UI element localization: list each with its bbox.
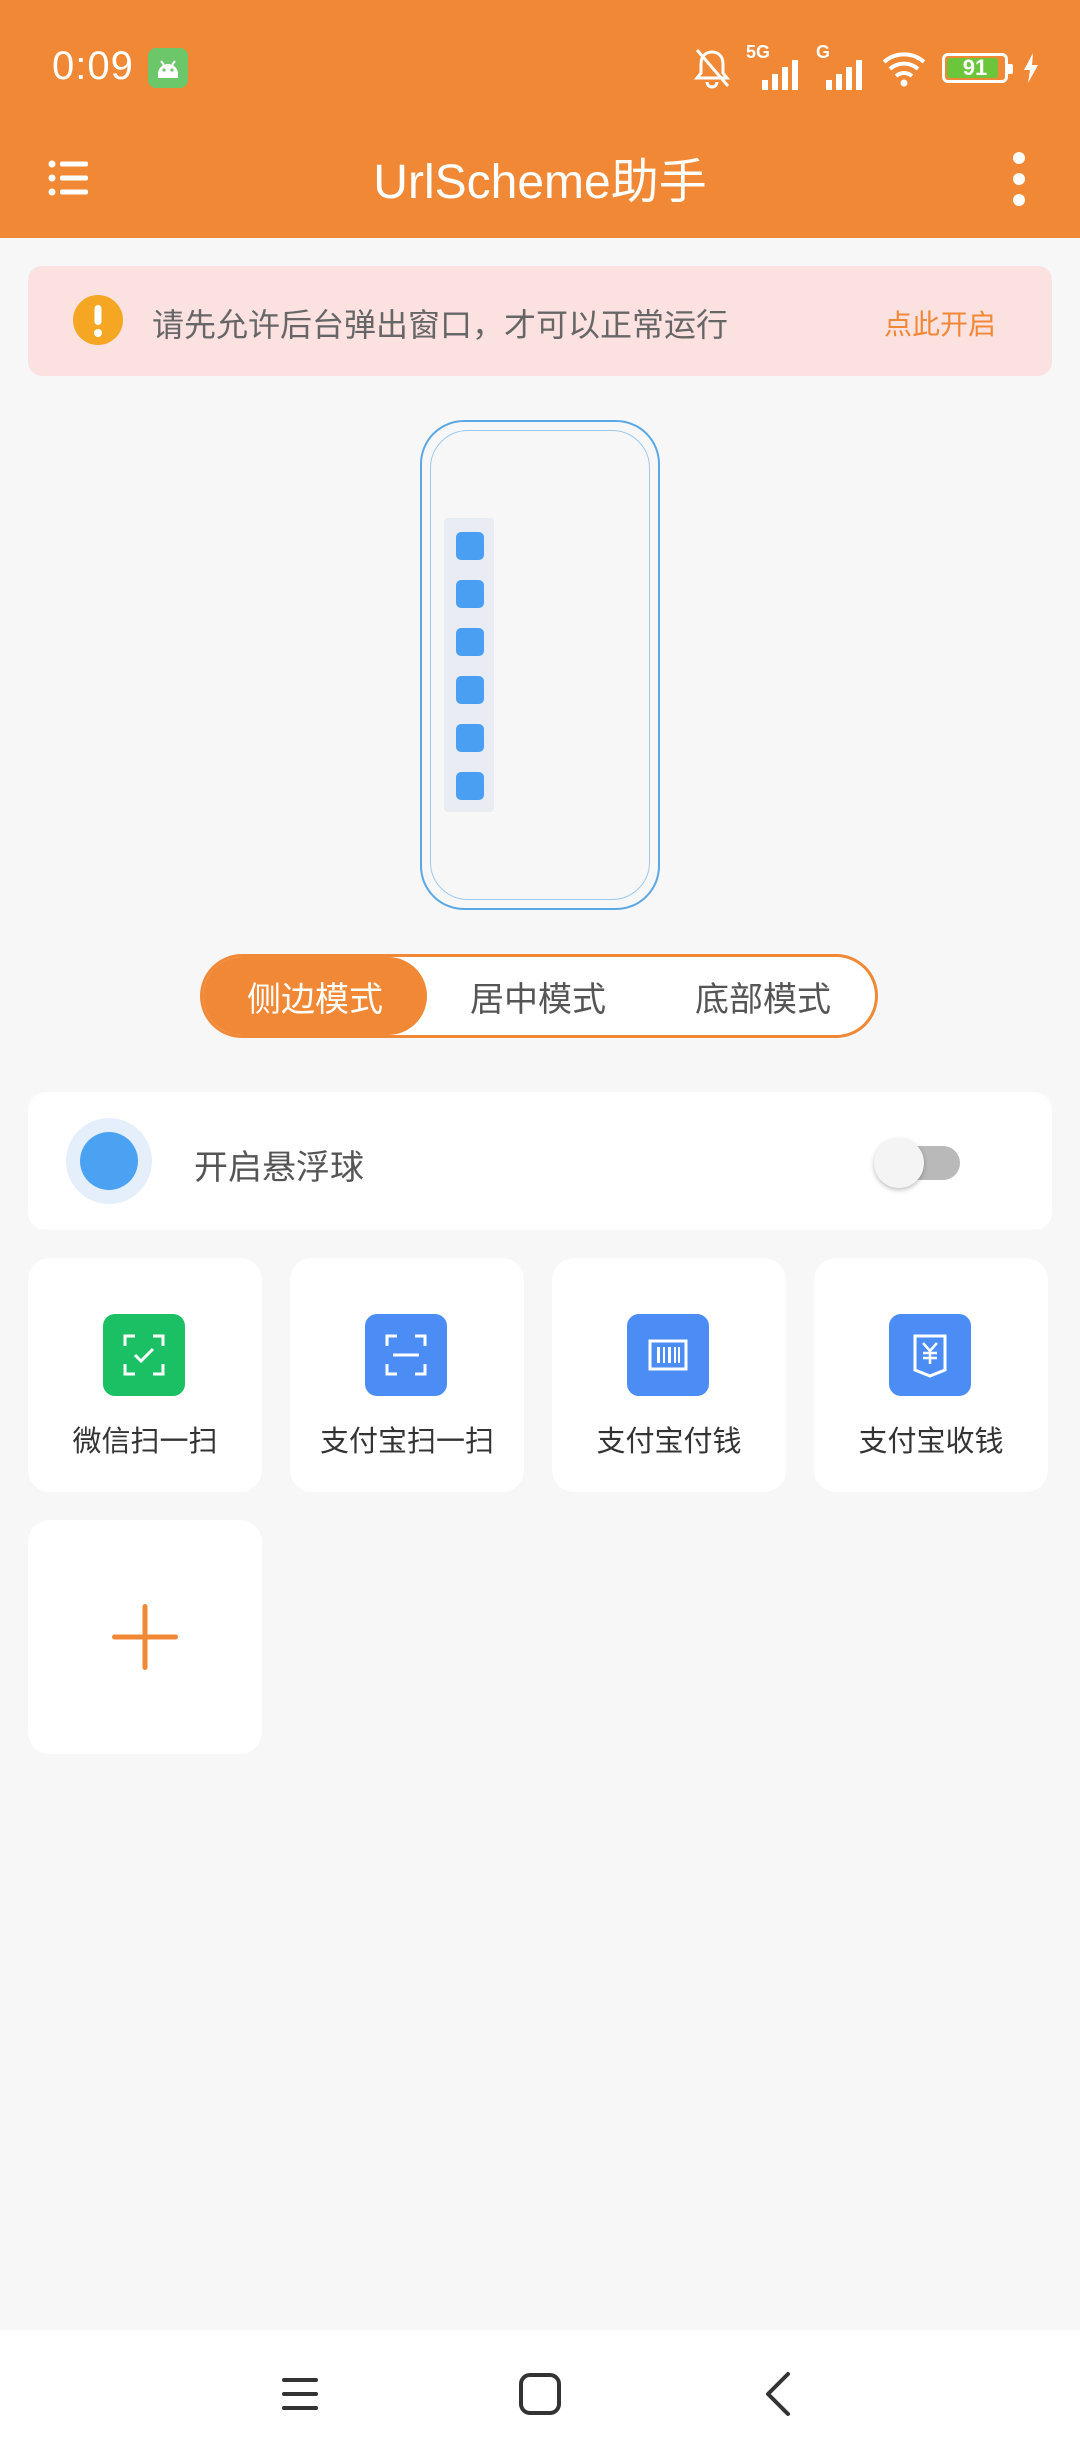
app-bar: UrlScheme助手 (0, 134, 1080, 238)
status-icons: 5G G 91 (692, 40, 1040, 96)
preview-shortcut-slot (456, 724, 484, 752)
shortcut-tile-alipay-scan[interactable]: 支付宝扫一扫 (290, 1258, 524, 1492)
top-header: 0:09 5G G 91 UrlScheme助手 (0, 0, 1080, 238)
shortcut-tile-alipay-pay[interactable]: 支付宝付钱 (552, 1258, 786, 1492)
home-icon[interactable] (510, 2364, 570, 2424)
battery-tip (1008, 64, 1013, 74)
permission-banner: 请先允许后台弹出窗口，才可以正常运行 点此开启 (28, 266, 1052, 376)
toggle-knob (874, 1138, 924, 1188)
charging-icon (1024, 53, 1038, 83)
alipay-scan-icon (365, 1314, 447, 1396)
floating-ball-toggle[interactable] (874, 1138, 962, 1188)
preview-shortcut-slot (456, 772, 484, 800)
signal-5g: 5G (746, 42, 802, 90)
bell-muted-icon (693, 49, 731, 89)
wechat-scan-icon (103, 1314, 185, 1396)
more-vertical-icon[interactable] (994, 144, 1044, 214)
back-icon[interactable] (750, 2364, 810, 2424)
alipay-pay-icon (627, 1314, 709, 1396)
preview-shortcut-slot (456, 628, 484, 656)
signal-bars-icon (826, 60, 862, 90)
warning-icon (73, 295, 123, 345)
page-title: UrlScheme助手 (373, 156, 707, 209)
floating-ball-icon (80, 1132, 138, 1190)
side-shortcut-strip (444, 518, 494, 812)
mode-side-button[interactable]: 侧边模式 (203, 957, 427, 1035)
mode-center-button[interactable]: 居中模式 (426, 957, 650, 1035)
android-notification-icon (148, 48, 188, 88)
floating-ball-label: 开启悬浮球 (194, 1148, 364, 1188)
signal-g: G (816, 42, 866, 90)
shortcut-label: 支付宝付钱 (596, 1424, 742, 1458)
recent-apps-icon[interactable] (270, 2364, 330, 2424)
status-time: 0:09 (52, 44, 134, 88)
system-nav-bar (0, 2330, 1080, 2460)
shortcut-label: 支付宝收钱 (858, 1424, 1004, 1458)
signal-bars-icon (762, 60, 798, 90)
preview-shortcut-slot (456, 580, 484, 608)
shortcut-tile-wechat-scan[interactable]: 微信扫一扫 (28, 1258, 262, 1492)
preview-shortcut-slot (456, 532, 484, 560)
battery-level: 91 (962, 55, 988, 80)
plus-icon (112, 1604, 178, 1670)
battery-indicator: 91 (942, 53, 1013, 83)
shortcut-label: 支付宝扫一扫 (319, 1424, 494, 1458)
status-bar: 0:09 5G G 91 (0, 0, 1080, 134)
mode-bottom-button[interactable]: 底部模式 (651, 957, 875, 1035)
floating-ball-card: 开启悬浮球 (28, 1092, 1052, 1230)
preview-shortcut-slot (456, 676, 484, 704)
shortcut-tile-alipay-receive[interactable]: 支付宝收钱 (814, 1258, 1048, 1492)
enable-permission-link[interactable]: 点此开启 (884, 303, 996, 343)
shortcut-label: 微信扫一扫 (72, 1424, 218, 1458)
add-shortcut-button[interactable] (28, 1520, 262, 1754)
alipay-receive-icon (889, 1314, 971, 1396)
mode-selector: 侧边模式 居中模式 底部模式 (200, 954, 878, 1038)
wifi-icon (882, 52, 926, 87)
banner-message: 请先允许后台弹出窗口，才可以正常运行 (152, 306, 729, 344)
